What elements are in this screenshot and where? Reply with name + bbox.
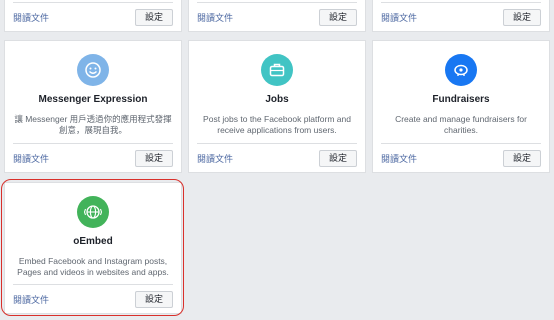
settings-button[interactable]: 設定 bbox=[134, 290, 173, 308]
card-footer: 閱讀文件 設定 bbox=[197, 143, 357, 172]
card-footer: 閱讀文件 設定 bbox=[381, 143, 541, 172]
read-docs-link[interactable]: 閱讀文件 bbox=[197, 152, 233, 165]
read-docs-link[interactable]: 閱讀文件 bbox=[13, 293, 49, 306]
embed-globe-icon bbox=[77, 196, 109, 228]
read-docs-link[interactable]: 閱讀文件 bbox=[197, 11, 233, 24]
card-footer: 閱讀文件 設定 bbox=[13, 2, 173, 31]
smiley-bubble-icon bbox=[77, 54, 109, 86]
product-card-top-3: 閱讀文件 設定 bbox=[372, 0, 550, 32]
card-title: Fundraisers bbox=[432, 94, 490, 105]
card-description: Post jobs to the Facebook platform and r… bbox=[203, 114, 351, 135]
settings-button[interactable]: 設定 bbox=[134, 149, 173, 167]
card-footer: 閱讀文件 設定 bbox=[13, 143, 173, 172]
read-docs-link[interactable]: 閱讀文件 bbox=[381, 152, 417, 165]
card-description: Create and manage fundraisers for charit… bbox=[395, 114, 527, 135]
card-footer: 閱讀文件 設定 bbox=[13, 284, 173, 313]
read-docs-link[interactable]: 閱讀文件 bbox=[381, 11, 417, 24]
product-card-top-2: 閱讀文件 設定 bbox=[188, 0, 366, 32]
card-description: Embed Facebook and Instagram posts, Page… bbox=[17, 256, 169, 277]
product-card-oembed: oEmbed Embed Facebook and Instagram post… bbox=[4, 182, 182, 314]
read-docs-link[interactable]: 閱讀文件 bbox=[13, 11, 49, 24]
product-card-fundraisers: Fundraisers Create and manage fundraiser… bbox=[372, 40, 550, 173]
piggy-bank-icon bbox=[445, 54, 477, 86]
settings-button[interactable]: 設定 bbox=[318, 149, 357, 167]
product-card-messenger-expression: Messenger Expression 讓 Messenger 用戶透過你的應… bbox=[4, 40, 182, 173]
briefcase-icon bbox=[261, 54, 293, 86]
settings-button[interactable]: 設定 bbox=[502, 149, 541, 167]
card-footer: 閱讀文件 設定 bbox=[381, 2, 541, 31]
read-docs-link[interactable]: 閱讀文件 bbox=[13, 152, 49, 165]
card-title: oEmbed bbox=[73, 236, 113, 247]
card-title: Jobs bbox=[265, 94, 289, 105]
product-card-top-1: 閱讀文件 設定 bbox=[4, 0, 182, 32]
card-footer: 閱讀文件 設定 bbox=[197, 2, 357, 31]
product-card-jobs: Jobs Post jobs to the Facebook platform … bbox=[188, 40, 366, 173]
settings-button[interactable]: 設定 bbox=[134, 8, 173, 26]
card-title: Messenger Expression bbox=[38, 94, 148, 105]
card-description: 讓 Messenger 用戶透過你的應用程式發揮創意，展現自我。 bbox=[14, 114, 172, 135]
settings-button[interactable]: 設定 bbox=[502, 8, 541, 26]
settings-button[interactable]: 設定 bbox=[318, 8, 357, 26]
